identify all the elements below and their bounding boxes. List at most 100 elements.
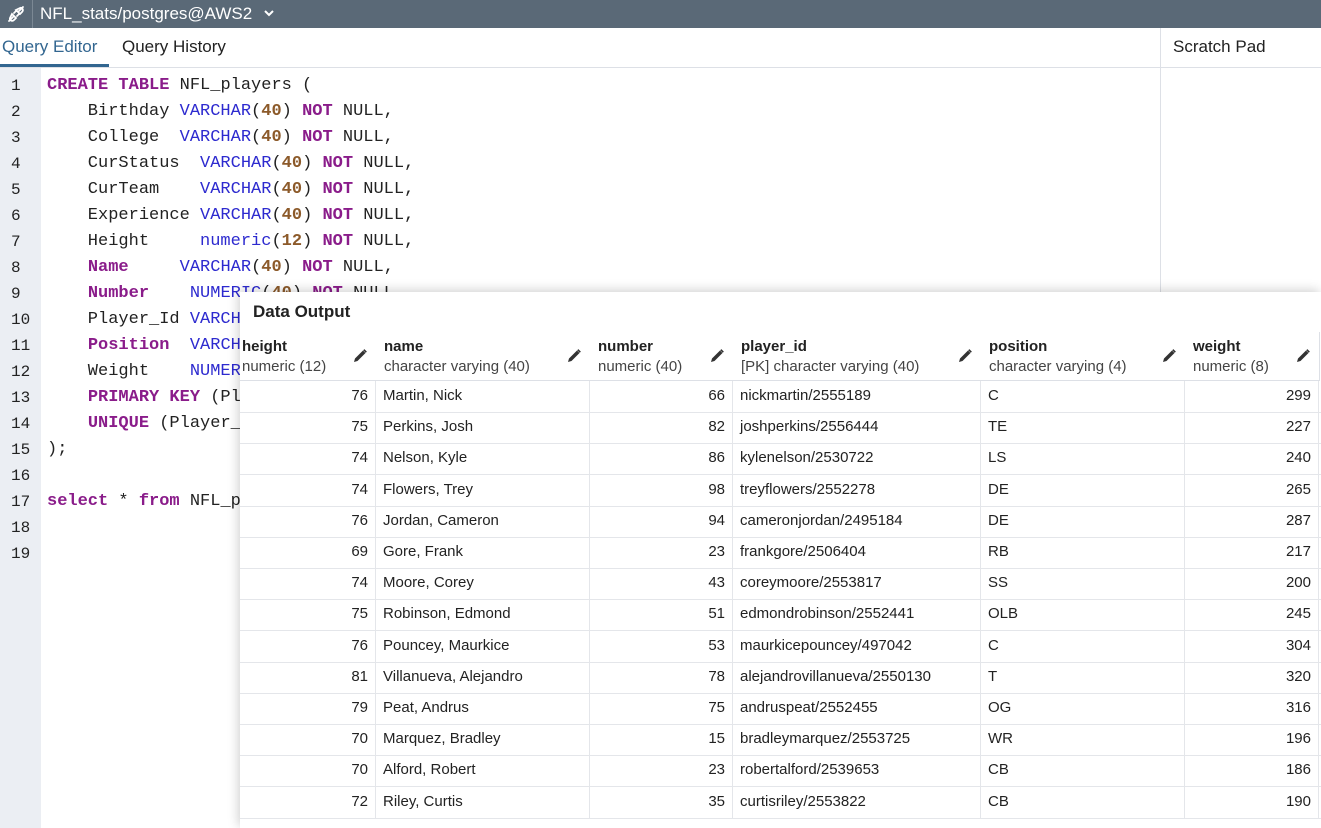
cell-weight[interactable]: 186 [1185, 755, 1319, 787]
cell-position[interactable]: CB [981, 786, 1185, 818]
code-line[interactable]: College VARCHAR(40) NOT NULL, [47, 128, 394, 148]
code-line[interactable]: CurStatus VARCHAR(40) NOT NULL, [47, 154, 415, 174]
cell-height[interactable]: 76 [240, 505, 376, 537]
cell-player_id[interactable]: maurkicepouncey/497042 [733, 630, 981, 662]
cell-name[interactable]: Marquez, Bradley [376, 724, 590, 756]
table-row[interactable]: 74 Nelson, Kyle 86 kylenelson/2530722 LS 240 [240, 443, 1321, 476]
cell-name[interactable]: Nelson, Kyle [376, 443, 590, 475]
cell-name[interactable]: Martin, Nick [376, 381, 590, 412]
column-header-player_id[interactable]: player_id [PK] character varying (40) [733, 332, 982, 381]
cell-number[interactable]: 66 [590, 381, 733, 412]
cell-height[interactable]: 70 [240, 755, 376, 787]
cell-weight[interactable]: 265 [1185, 474, 1319, 506]
code-line[interactable]: CREATE TABLE NFL_players ( [47, 76, 312, 96]
cell-height[interactable]: 74 [240, 568, 376, 600]
table-row[interactable]: 74 Flowers, Trey 98 treyflowers/2552278 DE 26… [240, 474, 1321, 507]
cell-player_id[interactable]: robertalford/2539653 [733, 755, 981, 787]
cell-name[interactable]: Moore, Corey [376, 568, 590, 600]
code-line[interactable]: CurTeam VARCHAR(40) NOT NULL, [47, 180, 415, 200]
tab-query-editor[interactable]: Query Editor [2, 37, 97, 57]
cell-number[interactable]: 35 [590, 786, 733, 818]
cell-weight[interactable]: 196 [1185, 724, 1319, 756]
code-line[interactable]: Birthday VARCHAR(40) NOT NULL, [47, 102, 394, 122]
cell-number[interactable]: 78 [590, 661, 733, 693]
cell-player_id[interactable]: kylenelson/2530722 [733, 443, 981, 475]
pencil-icon[interactable] [709, 348, 725, 369]
cell-name[interactable]: Riley, Curtis [376, 786, 590, 818]
cell-name[interactable]: Villanueva, Alejandro [376, 661, 590, 693]
cell-position[interactable]: DE [981, 474, 1185, 506]
cell-weight[interactable]: 287 [1185, 505, 1319, 537]
cell-number[interactable]: 51 [590, 599, 733, 631]
cell-position[interactable]: LS [981, 443, 1185, 475]
table-row[interactable]: 74 Moore, Corey 43 coreymoore/2553817 SS 200 [240, 568, 1321, 601]
cell-name[interactable]: Jordan, Cameron [376, 505, 590, 537]
table-row[interactable]: 81 Villanueva, Alejandro 78 alejandrovillan… [240, 661, 1321, 694]
cell-height[interactable]: 76 [240, 630, 376, 662]
cell-name[interactable]: Gore, Frank [376, 537, 590, 568]
cell-weight[interactable]: 299 [1185, 381, 1319, 412]
cell-height[interactable]: 72 [240, 786, 376, 818]
cell-height[interactable]: 81 [240, 661, 376, 693]
table-row[interactable]: 76 Jordan, Cameron 94 cameronjordan/2495184… [240, 505, 1321, 538]
table-row[interactable]: 76 Pouncey, Maurkice 53 maurkicepouncey/497… [240, 630, 1321, 663]
cell-number[interactable]: 98 [590, 474, 733, 506]
cell-weight[interactable]: 320 [1185, 661, 1319, 693]
cell-weight[interactable]: 217 [1185, 537, 1319, 568]
cell-number[interactable]: 43 [590, 568, 733, 600]
table-row[interactable]: 69 Gore, Frank 23 frankgore/2506404 RB 217 [240, 537, 1321, 569]
code-line[interactable]: UNIQUE (Player_Id) [47, 414, 272, 434]
cell-number[interactable]: 82 [590, 412, 733, 444]
cell-height[interactable]: 76 [240, 381, 376, 412]
cell-height[interactable]: 79 [240, 693, 376, 724]
column-header-number[interactable]: number numeric (40) [590, 332, 734, 381]
cell-name[interactable]: Pouncey, Maurkice [376, 630, 590, 662]
table-row[interactable]: 70 Marquez, Bradley 15 bradleymarquez/25537… [240, 724, 1321, 757]
cell-player_id[interactable]: alejandrovillanueva/2550130 [733, 661, 981, 693]
cell-name[interactable]: Perkins, Josh [376, 412, 590, 444]
cell-player_id[interactable]: bradleymarquez/2553725 [733, 724, 981, 756]
cell-player_id[interactable]: frankgore/2506404 [733, 537, 981, 568]
cell-number[interactable]: 53 [590, 630, 733, 662]
tab-query-history[interactable]: Query History [122, 37, 226, 57]
cell-player_id[interactable]: cameronjordan/2495184 [733, 505, 981, 537]
chevron-down-icon[interactable] [263, 5, 275, 28]
cell-weight[interactable]: 316 [1185, 693, 1319, 724]
pencil-icon[interactable] [566, 348, 582, 369]
column-header-weight[interactable]: weight numeric (8) [1185, 332, 1320, 381]
cell-number[interactable]: 23 [590, 755, 733, 787]
table-row[interactable]: 70 Alford, Robert 23 robertalford/2539653 CB… [240, 755, 1321, 788]
cell-position[interactable]: RB [981, 537, 1185, 568]
cell-position[interactable]: T [981, 661, 1185, 693]
plug-icon[interactable] [0, 0, 33, 28]
table-row[interactable]: 75 Robinson, Edmond 51 edmondrobinson/25524… [240, 599, 1321, 632]
cell-weight[interactable]: 245 [1185, 599, 1319, 631]
cell-number[interactable]: 75 [590, 693, 733, 724]
cell-name[interactable]: Flowers, Trey [376, 474, 590, 506]
table-row[interactable]: 75 Perkins, Josh 82 joshperkins/2556444 TE 22… [240, 412, 1321, 445]
cell-weight[interactable]: 240 [1185, 443, 1319, 475]
table-row[interactable]: 72 Riley, Curtis 35 curtisriley/2553822 CB 19… [240, 786, 1321, 819]
cell-number[interactable]: 94 [590, 505, 733, 537]
cell-weight[interactable]: 227 [1185, 412, 1319, 444]
cell-position[interactable]: DE [981, 505, 1185, 537]
panel-title[interactable]: Data Output [253, 302, 350, 322]
cell-weight[interactable]: 190 [1185, 786, 1319, 818]
cell-number[interactable]: 15 [590, 724, 733, 756]
cell-height[interactable]: 70 [240, 724, 376, 756]
pencil-icon[interactable] [1295, 348, 1311, 369]
code-line[interactable]: ); [47, 440, 67, 460]
column-header-name[interactable]: name character varying (40) [376, 332, 591, 381]
cell-player_id[interactable]: coreymoore/2553817 [733, 568, 981, 600]
cell-name[interactable]: Robinson, Edmond [376, 599, 590, 631]
cell-player_id[interactable]: andruspeat/2552455 [733, 693, 981, 724]
cell-name[interactable]: Peat, Andrus [376, 693, 590, 724]
cell-number[interactable]: 86 [590, 443, 733, 475]
cell-position[interactable]: SS [981, 568, 1185, 600]
cell-height[interactable]: 75 [240, 412, 376, 444]
cell-player_id[interactable]: edmondrobinson/2552441 [733, 599, 981, 631]
column-header-position[interactable]: position character varying (4) [981, 332, 1186, 381]
pencil-icon[interactable] [352, 348, 368, 369]
pencil-icon[interactable] [957, 348, 973, 369]
cell-player_id[interactable]: joshperkins/2556444 [733, 412, 981, 444]
